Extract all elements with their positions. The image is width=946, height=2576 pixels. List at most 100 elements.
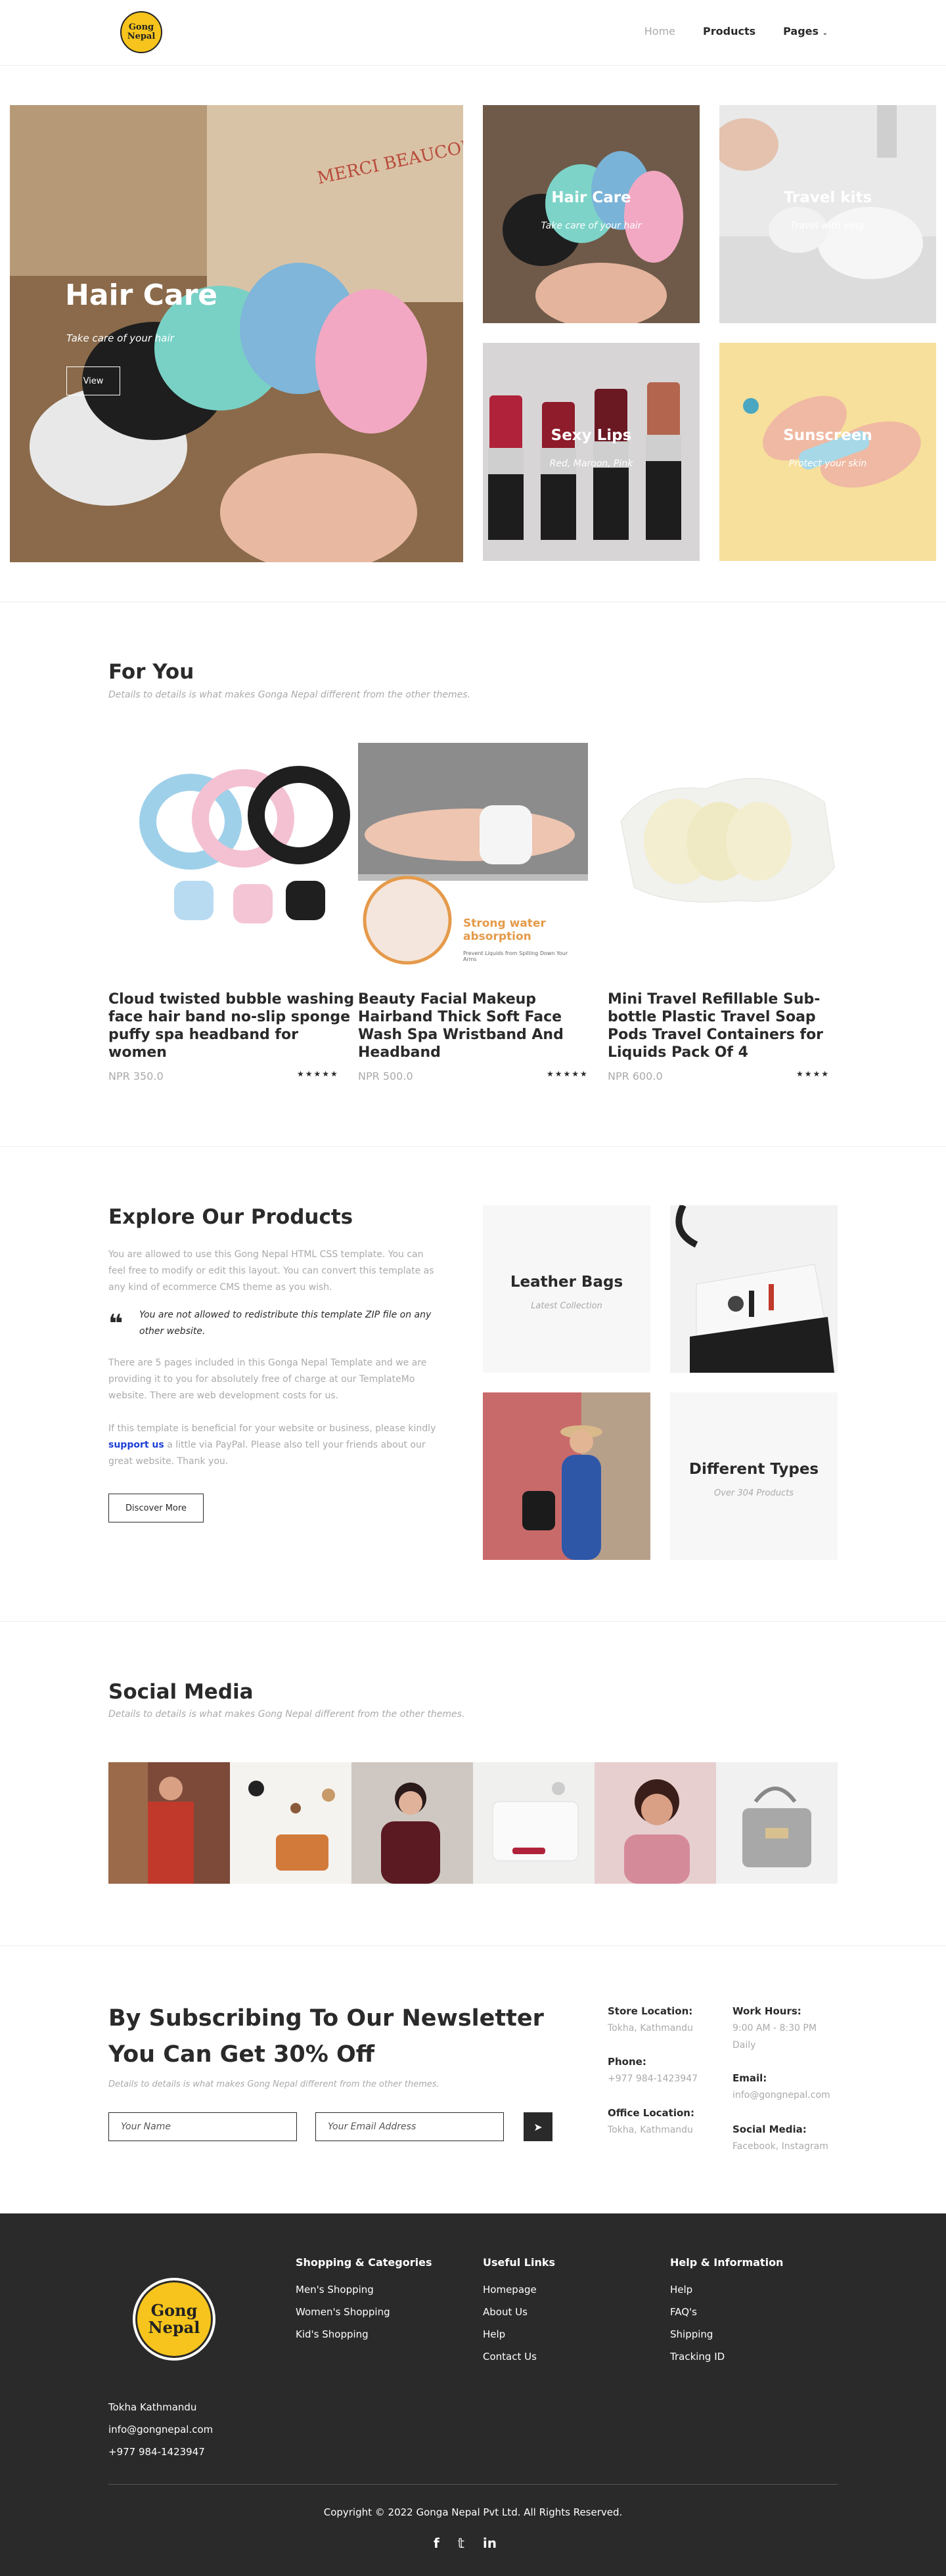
product-price-1: NPR 350.0 xyxy=(108,1070,164,1082)
phone-value: +977 984-1423947 xyxy=(608,2074,698,2084)
quote-icon: ❝ xyxy=(108,1309,124,1338)
social-post-2[interactable] xyxy=(230,1762,351,1884)
divider xyxy=(0,1945,946,1946)
footer-link-help[interactable]: Help xyxy=(483,2328,505,2340)
footer-link-faq[interactable]: FAQ's xyxy=(670,2306,697,2318)
social-photo-3 xyxy=(351,1762,473,1884)
footer-link-help-info[interactable]: Help xyxy=(670,2284,692,2296)
footer-social-icons: f 𝕥 in xyxy=(434,2535,497,2551)
nav-products[interactable]: Products xyxy=(703,25,755,37)
hero-main-subtitle: Take care of your hair xyxy=(66,332,174,344)
email-label: Email: xyxy=(732,2072,767,2084)
social-media-label: Social Media: xyxy=(732,2123,807,2135)
social-photo-1 xyxy=(108,1762,230,1884)
sunscreen-title: Sunscreen xyxy=(783,427,872,444)
email-value[interactable]: info@gongnepal.com xyxy=(732,2087,844,2104)
brand-logo-text: Gong Nepal xyxy=(127,22,156,41)
sunscreen-subtitle: Protect your skin xyxy=(788,458,867,469)
social-media-value[interactable]: Facebook, Instagram xyxy=(732,2138,844,2155)
brand-logo[interactable]: Gong Nepal xyxy=(120,11,162,53)
social-post-1[interactable] xyxy=(108,1762,230,1884)
divider xyxy=(0,1621,946,1622)
product-image-2[interactable]: Strong water absorption Prevent Liquids … xyxy=(358,743,588,973)
product-image-1[interactable] xyxy=(128,743,358,973)
product-price-3: NPR 600.0 xyxy=(608,1070,663,1082)
social-subtitle: Details to details is what makes Gong Ne… xyxy=(108,1709,465,1720)
chevron-down-icon: ⌄ xyxy=(822,30,828,37)
footer-link-mens[interactable]: Men's Shopping xyxy=(296,2284,374,2296)
leather-bags-box[interactable]: Leather Bags Latest Collection xyxy=(483,1205,650,1373)
different-types-box[interactable]: Different Types Over 304 Products xyxy=(670,1392,838,1560)
different-types-subtitle: Over 304 Products xyxy=(714,1488,794,1498)
footer-link-shipping[interactable]: Shipping xyxy=(670,2328,713,2340)
newsletter-submit-button[interactable]: ➤ xyxy=(524,2112,552,2141)
fashion-model-image[interactable] xyxy=(483,1392,650,1560)
footer-link-tracking[interactable]: Tracking ID xyxy=(670,2351,725,2363)
sexy-lips-subtitle: Red, Maroon, Pink xyxy=(549,458,633,469)
twitter-icon[interactable]: 𝕥 xyxy=(458,2535,464,2551)
hero-tile-travel-kits[interactable]: Travel kits Travel with easy xyxy=(719,105,936,323)
explore-quote: You are not allowed to redistribute this… xyxy=(139,1310,432,1337)
for-you-subtitle: Details to details is what makes Gonga N… xyxy=(108,690,470,700)
social-title: Social Media xyxy=(108,1680,254,1704)
linkedin-icon[interactable]: in xyxy=(483,2535,497,2551)
hero-tile-hair-care[interactable]: Hair Care Take care of your hair xyxy=(483,105,700,323)
product-stars-1: ★★★★★ xyxy=(297,1069,339,1078)
social-post-6[interactable] xyxy=(716,1762,838,1884)
product-title-1[interactable]: Cloud twisted bubble washing face hair b… xyxy=(108,990,355,1061)
hero-main-banner[interactable]: MERCI BEAUCOUP Hair Care Take care of yo… xyxy=(10,105,463,562)
hero-tile-sexy-lips[interactable]: Sexy Lips Red, Maroon, Pink xyxy=(483,343,700,561)
office-location-value: Tokha, Kathmandu xyxy=(608,2125,693,2135)
hero-main-title: Hair Care xyxy=(65,278,218,312)
social-post-5[interactable] xyxy=(595,1762,716,1884)
product-stars-2: ★★★★★ xyxy=(547,1069,589,1078)
soap-pods-image xyxy=(608,743,838,973)
newsletter-name-input[interactable] xyxy=(108,2112,297,2141)
discover-more-button[interactable]: Discover More xyxy=(108,1494,204,1522)
footer-link-kids[interactable]: Kid's Shopping xyxy=(296,2328,369,2340)
hero-view-button[interactable]: View xyxy=(66,366,120,395)
newsletter-email-input[interactable] xyxy=(315,2112,504,2141)
hero-tile-sunscreen[interactable]: Sunscreen Protect your skin xyxy=(719,343,936,561)
footer-col2-title: Useful Links xyxy=(483,2256,556,2269)
footer-address: Tokha Kathmandu xyxy=(108,2401,197,2413)
footer-link-homepage[interactable]: Homepage xyxy=(483,2284,537,2296)
social-photo-2 xyxy=(230,1762,351,1884)
product-stars-3: ★★★★ xyxy=(796,1069,830,1078)
explore-paragraph-3: If this template is beneficial for your … xyxy=(108,1421,438,1470)
product-title-3[interactable]: Mini Travel Refillable Sub-bottle Plasti… xyxy=(608,990,841,1061)
footer-link-about[interactable]: About Us xyxy=(483,2306,528,2318)
nav-home[interactable]: Home xyxy=(644,25,675,37)
phone-label: Phone: xyxy=(608,2056,646,2068)
newsletter-title: By Subscribing To Our Newsletter You Can… xyxy=(108,2005,544,2068)
footer-link-womens[interactable]: Women's Shopping xyxy=(296,2306,390,2318)
footer-email[interactable]: info@gongnepal.com xyxy=(108,2424,213,2435)
bag-contents-image[interactable] xyxy=(670,1205,838,1373)
footer-link-contact[interactable]: Contact Us xyxy=(483,2351,537,2363)
divider xyxy=(0,1146,946,1147)
store-location-value: Tokha, Kathmandu xyxy=(608,2023,693,2033)
store-location-label: Store Location: xyxy=(608,2005,693,2017)
paper-plane-icon: ➤ xyxy=(533,2120,543,2133)
site-header: Gong Nepal Home Products Pages ⌄ xyxy=(0,0,946,66)
travel-kits-image xyxy=(719,105,936,323)
footer-phone[interactable]: +977 984-1423947 xyxy=(108,2446,205,2458)
product-image-3[interactable] xyxy=(608,743,838,973)
nav-pages-label: Pages xyxy=(783,25,819,37)
facebook-icon[interactable]: f xyxy=(434,2535,439,2551)
social-post-4[interactable] xyxy=(473,1762,595,1884)
footer-col1-title: Shopping & Categories xyxy=(296,2256,432,2269)
support-us-link[interactable]: support us xyxy=(108,1440,164,1450)
footer-divider xyxy=(108,2484,838,2485)
work-hours-value: 9:00 AM - 8:30 PM Daily xyxy=(732,2023,817,2051)
nav-pages[interactable]: Pages ⌄ xyxy=(783,25,828,37)
site-footer: Gong Nepal Tokha Kathmandu info@gongnepa… xyxy=(0,2213,946,2576)
leather-bags-subtitle: Latest Collection xyxy=(531,1301,602,1311)
wristband-caption: Strong water absorption xyxy=(463,917,546,943)
leather-bags-title: Leather Bags xyxy=(510,1274,623,1291)
footer-logo[interactable]: Gong Nepal xyxy=(133,2278,215,2361)
social-post-3[interactable] xyxy=(351,1762,473,1884)
product-title-2[interactable]: Beauty Facial Makeup Hairband Thick Soft… xyxy=(358,990,604,1061)
social-photo-5 xyxy=(595,1762,716,1884)
wristband-small-caption: Prevent Liquids from Spilling Down Your … xyxy=(463,950,568,962)
